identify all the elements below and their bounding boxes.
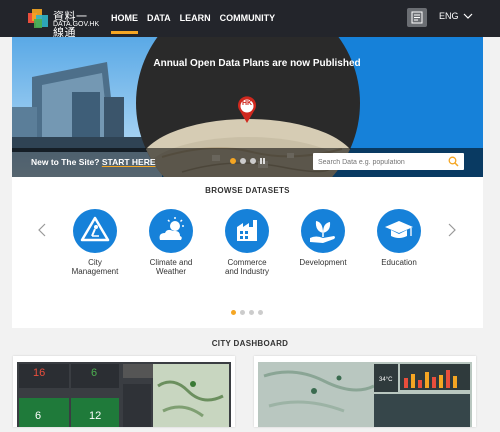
nav-learn[interactable]: LEARN	[180, 0, 211, 37]
dashboard-card-right[interactable]: 34°C	[254, 356, 476, 427]
browse-datasets-panel: BROWSE DATASETS City Management Climate …	[12, 177, 483, 328]
category-icon-circle	[301, 209, 345, 253]
document-list-icon	[411, 11, 423, 24]
new-to-site-label: New to The Site?	[31, 157, 100, 167]
new-to-site-text: New to The Site? START HERE	[31, 157, 156, 167]
chevron-left-icon	[38, 223, 46, 237]
carousel-next-button[interactable]	[448, 223, 456, 240]
category-icon-circle	[149, 209, 193, 253]
carousel-dot[interactable]	[230, 158, 236, 164]
pause-icon[interactable]	[260, 158, 265, 164]
carousel-indicators	[230, 158, 265, 164]
graduation-cap-icon	[385, 221, 413, 238]
category-development[interactable]: Development	[290, 209, 356, 267]
category-icon-circle	[73, 209, 117, 253]
worker-sign-icon	[80, 216, 110, 242]
category-label: Education	[381, 258, 417, 267]
logo-mark-icon	[28, 9, 48, 28]
language-label: ENG	[439, 11, 459, 21]
document-list-button[interactable]	[407, 8, 427, 27]
chevron-right-icon	[448, 223, 456, 237]
language-selector[interactable]: ENG	[439, 11, 473, 21]
dashboard-tile-value: 6	[35, 410, 42, 422]
carousel-dot[interactable]	[249, 310, 254, 315]
nav-data[interactable]: DATA	[147, 0, 171, 37]
main-nav: HOME DATA LEARN COMMUNITY	[111, 0, 275, 37]
browse-carousel-indicators	[231, 310, 263, 315]
logo-english-text: DATA.GOV.HK	[53, 21, 100, 28]
carousel-dot[interactable]	[240, 158, 246, 164]
hero-title: Annual Open Data Plans are now Published	[153, 58, 361, 69]
hero-banner: Annual Open Data Plans are now Published…	[12, 37, 483, 177]
nav-home[interactable]: HOME	[111, 0, 138, 37]
carousel-dot[interactable]	[231, 310, 236, 315]
site-logo[interactable]: 資料一線通 DATA.GOV.HK	[28, 6, 99, 39]
city-dashboard-title: CITY DASHBOARD	[211, 339, 289, 348]
carousel-dot[interactable]	[250, 158, 256, 164]
search-icon[interactable]	[448, 156, 459, 167]
category-label: Development	[299, 258, 347, 267]
dashboard-tile-value: 16	[33, 367, 46, 379]
carousel-prev-button[interactable]	[38, 223, 46, 240]
category-icon-circle	[225, 209, 269, 253]
category-city-management[interactable]: City Management	[62, 209, 128, 276]
dashboard-card-left[interactable]: 16 6 6 12	[13, 356, 235, 427]
category-commerce-industry[interactable]: Commerce and Industry	[214, 209, 280, 276]
search-input[interactable]	[318, 156, 443, 168]
dashboard-thumbnail	[17, 362, 231, 427]
dashboard-temperature: 34°C	[379, 377, 393, 383]
nav-community[interactable]: COMMUNITY	[220, 0, 276, 37]
dashboard-tile-value: 6	[91, 367, 98, 379]
dashboard-tile-value: 12	[89, 410, 102, 422]
top-navbar: 資料一線通 DATA.GOV.HK HOME DATA LEARN COMMUN…	[0, 0, 500, 39]
dashboard-thumbnail	[258, 362, 472, 427]
factory-icon	[237, 220, 257, 241]
category-label: Climate and Weather	[149, 258, 193, 276]
sun-cloud-icon	[159, 217, 184, 240]
category-label: Commerce and Industry	[224, 258, 270, 276]
category-label: City Management	[71, 258, 119, 276]
category-icon-circle	[377, 209, 421, 253]
start-here-link[interactable]: START HERE	[102, 157, 156, 167]
carousel-dot[interactable]	[258, 310, 263, 315]
chevron-down-icon	[463, 13, 472, 19]
category-education[interactable]: Education	[366, 209, 432, 267]
plant-hand-icon	[310, 221, 335, 243]
hk-pin-label: HK	[241, 100, 253, 107]
browse-datasets-title: BROWSE DATASETS	[205, 186, 290, 195]
search-box	[313, 153, 464, 170]
carousel-dot[interactable]	[240, 310, 245, 315]
category-climate-weather[interactable]: Climate and Weather	[138, 209, 204, 276]
